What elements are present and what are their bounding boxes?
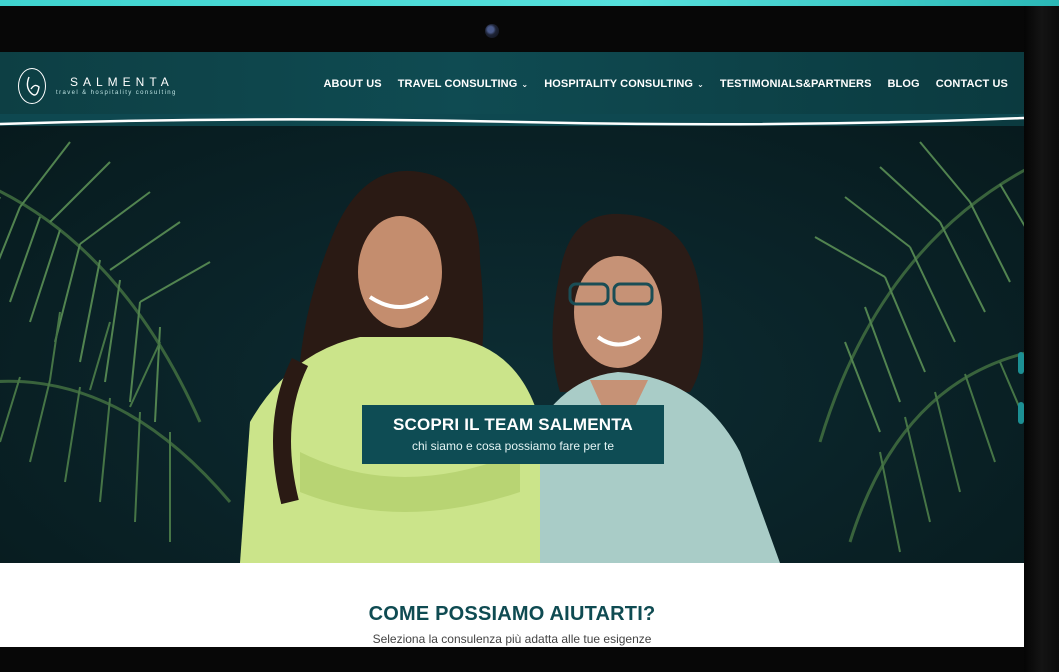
nav-blog[interactable]: BLOG (888, 78, 920, 90)
person-right (540, 213, 780, 563)
website-screen: SCOPRI IL TEAM SALMENTA chi siamo e cosa… (0, 52, 1024, 647)
logo[interactable]: SALMENTA travel & hospitality consulting (18, 66, 177, 106)
help-subtitle: Seleziona la consulenza più adatta alle … (372, 632, 652, 646)
logo-tagline: travel & hospitality consulting (56, 90, 177, 96)
help-section: COME POSSIAMO AIUTARTI? Seleziona la con… (0, 563, 1024, 647)
logo-name: SALMENTA (70, 75, 174, 89)
nav-label: CONTACT US (935, 78, 1008, 90)
main-nav: ABOUT US TRAVEL CONSULTING ⌄ HOSPITALITY… (323, 78, 1008, 90)
help-title: COME POSSIAMO AIUTARTI? (368, 603, 656, 625)
salmenta-logo-mark (18, 68, 46, 104)
nav-label: TRAVEL CONSULTING (397, 78, 518, 90)
team-cta-button[interactable]: SCOPRI IL TEAM SALMENTA chi siamo e cosa… (362, 405, 664, 464)
palm-leaves-right (814, 141, 1024, 553)
nav-hospitality-consulting[interactable]: HOSPITALITY CONSULTING ⌄ (544, 78, 704, 90)
nav-label: HOSPITALITY CONSULTING (544, 78, 694, 90)
nav-about-us[interactable]: ABOUT US (323, 78, 381, 90)
chevron-down-icon: ⌄ (521, 79, 529, 89)
nav-travel-consulting[interactable]: TRAVEL CONSULTING ⌄ (398, 78, 528, 90)
device-bezel-edge (1024, 6, 1059, 672)
header-wave-divider (0, 114, 1024, 126)
cta-title: SCOPRI IL TEAM SALMENTA (392, 415, 634, 434)
slider-dot[interactable] (1018, 352, 1024, 374)
nav-contact-us[interactable]: CONTACT US (936, 78, 1008, 90)
nav-label: TESTIMONIALS&PARTNERS (719, 78, 872, 90)
nav-label: BLOG (887, 78, 920, 90)
hero-banner: SCOPRI IL TEAM SALMENTA chi siamo e cosa… (0, 122, 1024, 563)
webcam-icon (485, 24, 499, 38)
person-left (240, 170, 560, 563)
nav-testimonials-partners[interactable]: TESTIMONIALS&PARTNERS (720, 78, 872, 90)
chevron-down-icon: ⌄ (697, 79, 704, 89)
palm-leaves-left (0, 141, 232, 542)
nav-label: ABOUT US (323, 78, 382, 90)
slider-dot[interactable] (1018, 402, 1024, 424)
hero-photo (0, 141, 1024, 563)
cta-subtitle: chi siamo e cosa possiamo fare per te (411, 439, 615, 453)
